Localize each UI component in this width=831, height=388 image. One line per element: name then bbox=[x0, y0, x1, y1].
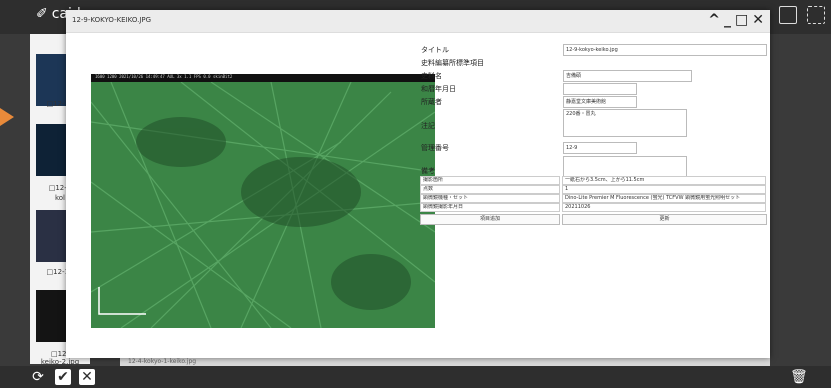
window-controls: ^ _ □ ✕ bbox=[708, 12, 764, 28]
section-label-standard: 史料編纂所標準項目 bbox=[421, 59, 484, 67]
field-label-title: タイトル bbox=[421, 46, 449, 54]
dialog-titlebar: 12-9-KOKYO-KEIKO.JPG ^ _ □ ✕ bbox=[66, 10, 770, 33]
field-label-remarks: 備考 bbox=[421, 167, 435, 175]
fullscreen-icon[interactable] bbox=[807, 6, 825, 24]
table-value[interactable]: 1 bbox=[562, 185, 766, 194]
owner-input[interactable]: 静嘉堂文庫美術館 bbox=[563, 96, 637, 108]
update-button[interactable]: 更新 bbox=[562, 214, 767, 225]
collapse-icon[interactable]: ^ bbox=[708, 12, 720, 28]
table-key: 顕微鏡撮影年月日 bbox=[420, 203, 560, 212]
title-input[interactable]: 12-9-kokyo-keiko.jpg bbox=[563, 44, 767, 56]
add-field-button[interactable]: 項目追加 bbox=[420, 214, 560, 225]
refresh-icon[interactable]: ⟳ bbox=[30, 369, 46, 385]
field-label-id: 管理番号 bbox=[421, 144, 449, 152]
table-value[interactable]: Dino-Lite Premier M Fluorescence (蛍光) TC… bbox=[562, 194, 766, 203]
name-input[interactable]: 吉備碩 bbox=[563, 70, 692, 82]
date-input[interactable] bbox=[563, 83, 637, 95]
table-key: 顕微鏡機種・セット bbox=[420, 194, 560, 203]
field-label-note: 注記 bbox=[421, 122, 435, 130]
list-view-icon[interactable] bbox=[779, 6, 797, 24]
table-value[interactable]: 一紙右から3.5cm、上から11.5cm bbox=[562, 176, 766, 185]
note-textarea[interactable]: 220番・冒丸 bbox=[563, 109, 687, 137]
logo-icon: ✐ bbox=[36, 6, 48, 22]
maximize-icon[interactable]: □ bbox=[735, 12, 748, 28]
table-value[interactable]: 20211026 bbox=[562, 203, 766, 212]
microscope-info-bar: 1600 1200 2021/10/26 14:49:47 AUL 3x 1.1… bbox=[91, 74, 435, 82]
image-detail-dialog: 12-9-KOKYO-KEIKO.JPG ^ _ □ ✕ 1600 1200 2… bbox=[66, 10, 770, 358]
field-label-name: 史料名 bbox=[421, 72, 442, 80]
cross-icon[interactable]: ✕ bbox=[79, 369, 95, 385]
strip-label: 12-4-kokyo-1-keiko.jpg bbox=[128, 358, 197, 365]
close-icon[interactable]: ✕ bbox=[752, 12, 764, 28]
microscope-overlay-text: 1600 1200 2021/10/26 14:49:47 AUL 3x 1.1… bbox=[95, 74, 233, 79]
trash-icon[interactable]: 🗑 bbox=[790, 369, 808, 385]
thumbnail-label: keiko-2.jpg bbox=[40, 358, 80, 366]
dialog-title: 12-9-KOKYO-KEIKO.JPG bbox=[72, 16, 152, 24]
table-key: 点数 bbox=[420, 185, 560, 194]
id-input[interactable]: 12-9 bbox=[563, 142, 637, 154]
field-label-owner: 所蔵者 bbox=[421, 98, 442, 106]
fiber-texture bbox=[91, 82, 435, 328]
minimize-icon[interactable]: _ bbox=[724, 12, 731, 28]
filename-strip: 12-4-kokyo-1-keiko.jpg bbox=[120, 358, 770, 366]
check-icon[interactable]: ✔ bbox=[55, 369, 71, 385]
top-right-icons bbox=[779, 6, 825, 24]
field-label-date: 和暦年月日 bbox=[421, 85, 456, 93]
bottom-bar: ⟳ ✔ ✕ 🗑 bbox=[0, 366, 831, 388]
arrow-indicator-icon bbox=[0, 108, 14, 126]
table-key: 撮影箇所 bbox=[420, 176, 560, 185]
microscope-image: 1600 1200 2021/10/26 14:49:47 AUL 3x 1.1… bbox=[91, 74, 435, 328]
